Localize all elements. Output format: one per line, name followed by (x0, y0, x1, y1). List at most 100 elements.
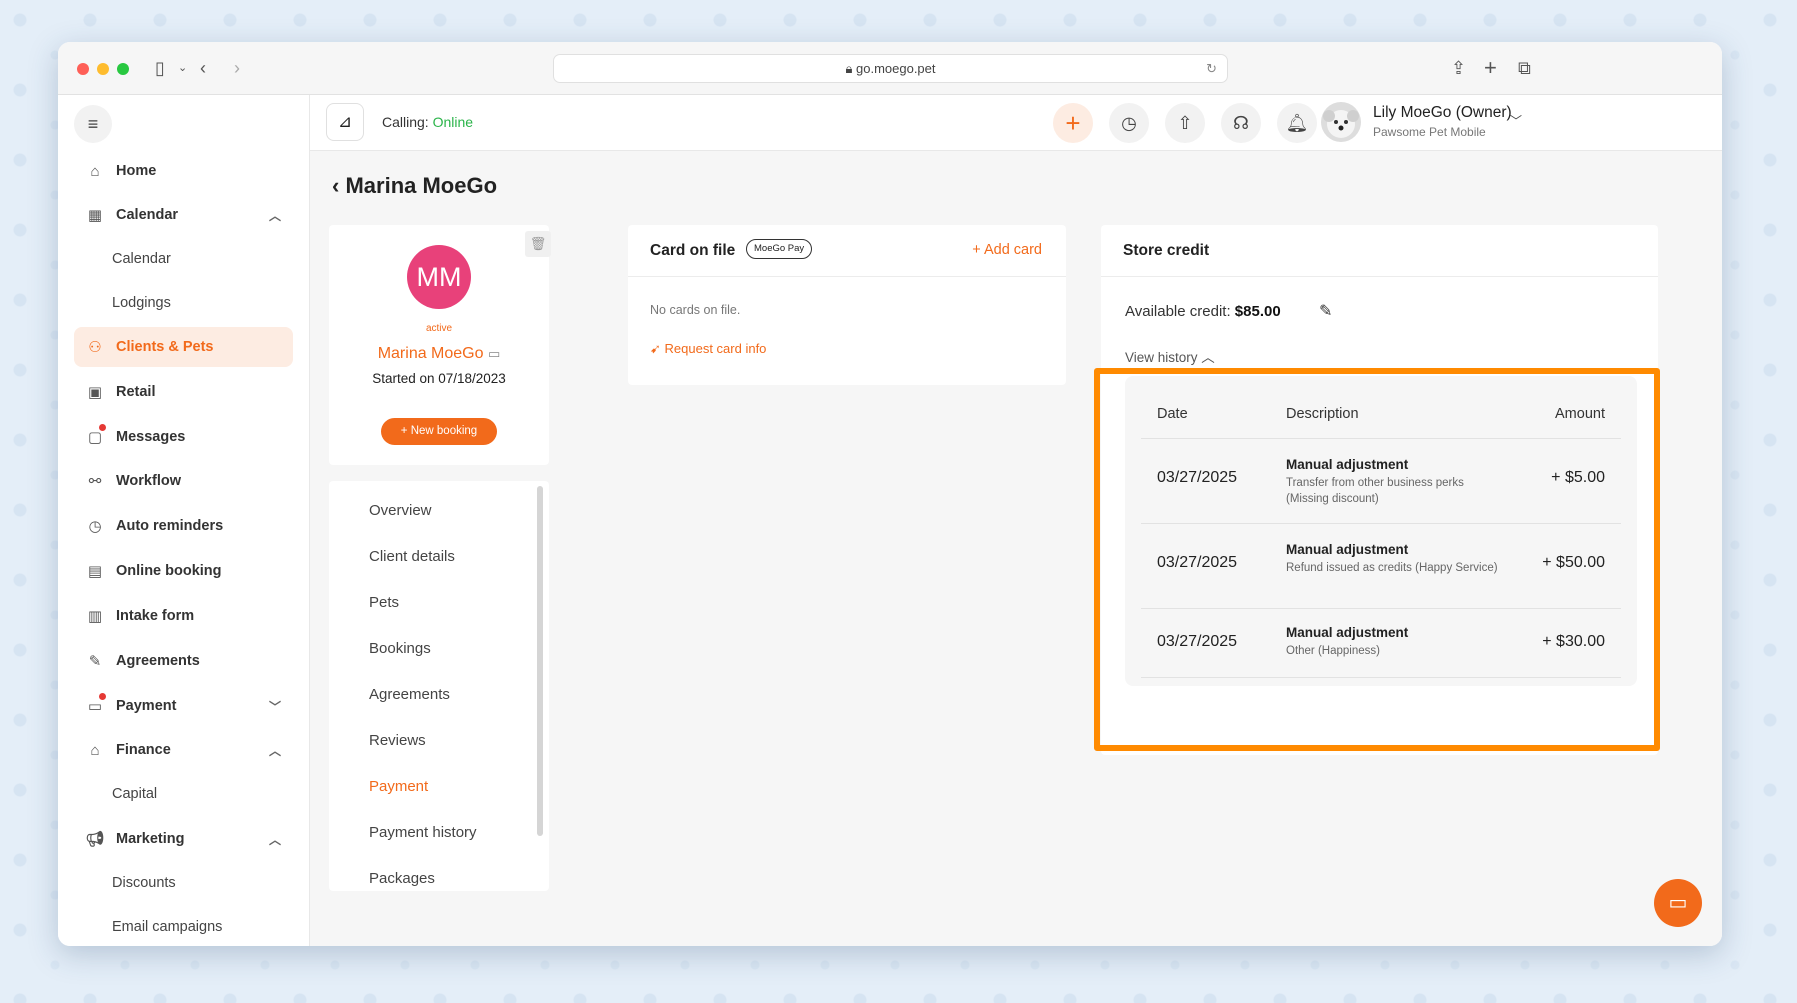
available-credit-label: Available credit: (1125, 303, 1231, 320)
store-credit-header: Store credit (1101, 225, 1658, 277)
sidebar-item-label: Calendar (112, 251, 171, 267)
subnav-reviews[interactable]: Reviews (369, 732, 426, 749)
subnav-scrollbar[interactable] (537, 486, 543, 836)
sidebar-item-calendar[interactable]: ▦ Calendar ︿ (74, 195, 293, 235)
sidebar-item-agreements[interactable]: ✎ Agreements (74, 641, 293, 681)
sidebar-item-payment[interactable]: ▭ Payment ﹀ (74, 686, 293, 726)
back-arrow-icon[interactable]: ‹ (200, 56, 206, 80)
client-start-date: Started on 07/18/2023 (372, 371, 506, 386)
chevron-up-icon: ︿ (1201, 350, 1215, 365)
sidebar-item-home[interactable]: ⌂ Home (74, 151, 293, 191)
sidebar-item-calendar-sub[interactable]: Calendar (74, 239, 293, 279)
page-title-text: Marina MoeGo (345, 173, 498, 198)
browser-titlebar: ▯ ⌄ ‹ › 🔒︎ go.moego.pet ↻ ⇪ + ⧉ (58, 42, 1722, 95)
upload-icon[interactable]: ⇧ (1165, 103, 1205, 143)
subnav-agreements[interactable]: Agreements (369, 686, 450, 703)
send-icon: ➹ (650, 341, 665, 356)
subnav-overview[interactable]: Overview (369, 502, 432, 519)
chevron-down-icon[interactable]: ⌄ (178, 56, 187, 80)
sidebar-item-capital[interactable]: Capital (74, 774, 293, 814)
reload-icon[interactable]: ↻ (1206, 55, 1217, 82)
agreements-icon: ✎ (88, 653, 102, 670)
sidebar-item-label: Home (116, 163, 157, 179)
subnav-bookings[interactable]: Bookings (369, 640, 431, 657)
subnav-pets[interactable]: Pets (369, 594, 399, 611)
sidebar-item-label: Messages (116, 429, 186, 445)
calling-label: Calling: (382, 114, 429, 130)
client-name-text: Marina MoeGo (377, 345, 484, 362)
calendar-icon: ▦ (87, 207, 103, 224)
client-subnav: Overview Client details Pets Bookings Ag… (329, 481, 549, 891)
sidebar-item-finance[interactable]: ⌂ Finance ︿ (74, 730, 293, 770)
notification-dot (99, 424, 106, 431)
sidebar-toggle-icon[interactable]: ▯ (155, 56, 165, 80)
add-button[interactable]: + (1053, 103, 1093, 143)
address-bar[interactable]: 🔒︎ go.moego.pet ↻ (553, 54, 1228, 83)
subnav-payment[interactable]: Payment (369, 778, 428, 795)
headset-icon[interactable]: ☊ (1221, 103, 1261, 143)
menu-icon[interactable]: ≡ (74, 105, 112, 143)
sidebar-item-clients-pets[interactable]: ⚇ Clients & Pets (74, 327, 293, 367)
forward-arrow-icon[interactable]: › (234, 56, 240, 80)
sidebar-item-label: Clients & Pets (116, 339, 214, 355)
sidebar-item-lodgings[interactable]: Lodgings (74, 283, 293, 323)
no-cards-text: No cards on file. (650, 303, 741, 317)
client-card-icon[interactable]: ▭ (488, 346, 500, 361)
lock-icon: 🔒︎ (845, 61, 856, 76)
sidebar-item-label: Workflow (116, 473, 181, 489)
chat-widget-icon[interactable]: ▭ (1654, 879, 1702, 927)
bell-icon[interactable]: 🔔︎ (1277, 103, 1317, 143)
client-name: Marina MoeGo ▭ (329, 345, 549, 363)
sidebar-item-messages[interactable]: ▢ Messages (74, 417, 293, 457)
new-booking-button[interactable]: + New booking (381, 418, 497, 445)
subnav-packages[interactable]: Packages (369, 870, 435, 887)
calling-online: Online (432, 114, 474, 130)
sidebar-item-auto-reminders[interactable]: ◷ Auto reminders (74, 506, 293, 546)
sidebar-item-intake-form[interactable]: ▥ Intake form (74, 596, 293, 636)
maximize-window-button[interactable] (117, 63, 129, 75)
messages-icon: ▢ (84, 424, 106, 446)
notification-dot (99, 693, 106, 700)
sidebar-item-label: Online booking (116, 563, 222, 579)
url-text: go.moego.pet (856, 61, 936, 76)
subnav-client-details[interactable]: Client details (369, 548, 455, 565)
request-card-info-label: Request card info (664, 341, 767, 356)
view-history-label: View history (1125, 350, 1198, 365)
sidebar-item-label: Capital (112, 786, 158, 802)
minimize-window-button[interactable] (97, 63, 109, 75)
new-tab-icon[interactable]: + (1484, 56, 1497, 80)
sidebar-item-email-campaigns[interactable]: Email campaigns (74, 907, 293, 946)
back-chevron-icon[interactable]: ‹ (332, 173, 345, 198)
sidebar-item-discounts[interactable]: Discounts (74, 863, 293, 903)
close-window-button[interactable] (77, 63, 89, 75)
avatar[interactable] (1321, 102, 1361, 142)
sidebar-item-label: Lodgings (112, 295, 171, 311)
sidebar-item-marketing[interactable]: 📢︎ Marketing ︿ (74, 819, 293, 859)
card-on-file-header: Card on file MoeGo Pay + Add card (628, 225, 1066, 277)
home-icon: ⌂ (90, 162, 100, 180)
chevron-down-icon[interactable]: ﹀ (1510, 112, 1522, 129)
clock-icon[interactable]: ◷ (1109, 103, 1149, 143)
tabs-overview-icon[interactable]: ⧉ (1518, 56, 1531, 80)
sidebar-item-online-booking[interactable]: ▤ Online booking (74, 551, 293, 591)
request-card-info-link[interactable]: ➹ Request card info (650, 341, 766, 357)
page-title: ‹ Marina MoeGo (332, 173, 497, 199)
view-history-toggle[interactable]: View history ︿ (1125, 346, 1215, 366)
available-credit: Available credit: $85.00 (1125, 303, 1281, 320)
sidebar-item-workflow[interactable]: ⚯ Workflow (74, 461, 293, 501)
sidebar-item-label: Discounts (112, 875, 176, 891)
trash-icon[interactable]: 🗑︎ (525, 231, 551, 257)
marketing-icon: 📢︎ (85, 831, 105, 848)
pencil-icon[interactable]: ✎ (1319, 301, 1332, 321)
subnav-payment-history[interactable]: Payment history (369, 824, 477, 841)
sidebar-item-label: Email campaigns (112, 919, 223, 935)
share-icon[interactable]: ⇪ (1451, 56, 1466, 80)
finance-icon: ⌂ (90, 741, 100, 759)
sidebar-item-retail[interactable]: ▣ Retail (74, 372, 293, 412)
online-booking-icon: ▤ (87, 563, 103, 580)
add-card-button[interactable]: + Add card (972, 242, 1042, 258)
moego-logo-icon[interactable]: ⊿ (326, 103, 364, 141)
user-name[interactable]: Lily MoeGo (Owner) (1373, 104, 1512, 122)
app-topbar: ⊿ Calling: Online + ◷ ⇧ ☊ 🔔︎ Lily MoeGo … (310, 95, 1722, 151)
chevron-up-icon: ︿ (268, 208, 281, 223)
